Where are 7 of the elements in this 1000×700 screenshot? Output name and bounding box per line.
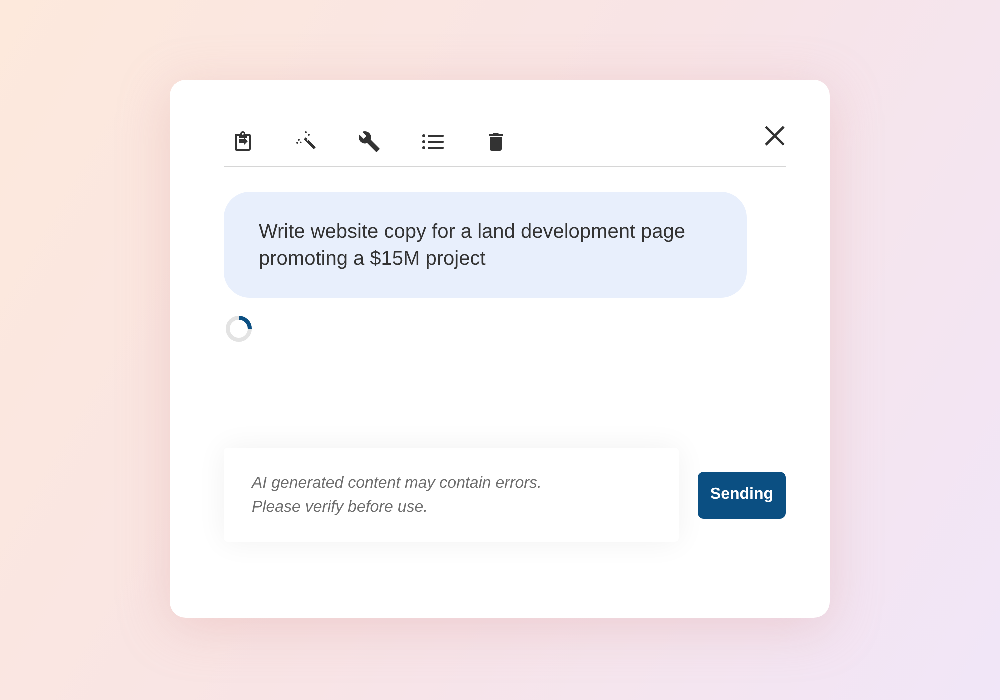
message-bubble: Write website copy for a land development page promoting a $15M project bbox=[224, 192, 747, 298]
send-button[interactable]: Sending bbox=[698, 472, 786, 518]
message-input[interactable]: AI generated content may contain errors. Please verify before use. bbox=[224, 448, 679, 542]
close-button[interactable] bbox=[764, 125, 786, 147]
close-icon bbox=[764, 125, 786, 147]
wrench-icon bbox=[358, 130, 382, 154]
wrench-button[interactable] bbox=[358, 130, 382, 154]
